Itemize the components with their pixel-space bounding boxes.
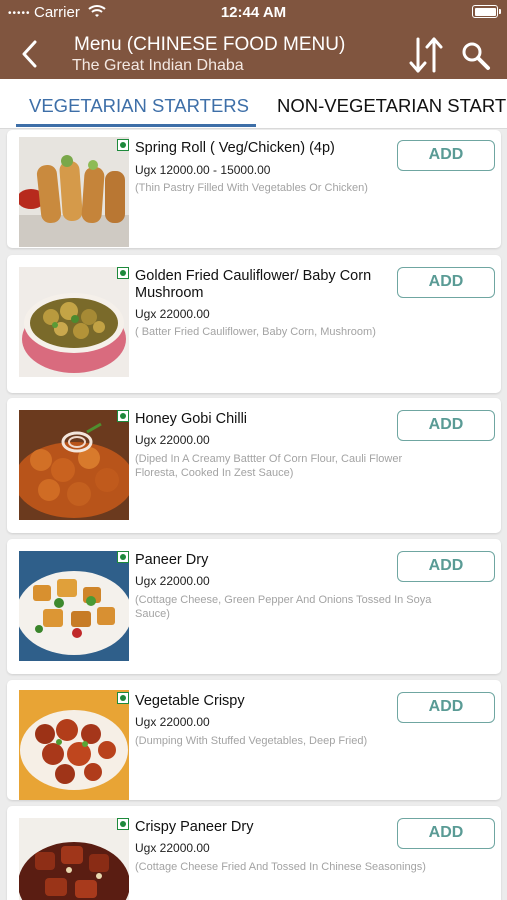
item-price: Ugx 22000.00 [135,307,210,321]
veg-indicator-icon [117,692,129,704]
item-price: Ugx 22000.00 [135,715,210,729]
menu-item-card: Paneer Dry Ugx 22000.00 (Cottage Cheese,… [7,539,501,674]
spring-roll-image [19,137,129,247]
item-description: (Cottage Cheese, Green Pepper And Onions… [135,594,432,620]
honey-gobi-chilli-image [19,410,129,520]
battery-icon [472,5,498,18]
menu-item-card: Spring Roll ( Veg/Chicken) (4p) Ugx 1200… [7,130,501,248]
add-button[interactable]: ADD [397,692,495,723]
item-description: (Thin Pastry Filled With Vegetables Or C… [135,182,368,194]
item-price: Ugx 12000.00 - 15000.00 [135,163,271,177]
item-description: (Cottage Cheese Fried And Tossed In Chin… [135,861,426,873]
item-name: Honey Gobi Chilli [135,411,248,427]
veg-indicator-icon [117,551,129,563]
veg-indicator-icon [117,139,129,151]
item-name: Vegetable Crispy [135,693,245,709]
search-button[interactable] [458,38,494,74]
search-icon [462,42,490,70]
menu-item-card: Crispy Paneer Dry Ugx 22000.00 (Cottage … [7,806,501,900]
veg-indicator-icon [117,410,129,422]
paneer-dry-image [19,551,129,661]
item-description: ( Batter Fried Cauliflower, Baby Corn, M… [135,326,376,338]
add-button[interactable]: ADD [397,818,495,849]
cauliflower-image [19,267,129,377]
menu-item-card: Honey Gobi Chilli Ugx 22000.00 (Diped In… [7,398,501,533]
app-header: ••••• Carrier 12:44 AM Menu (CHINESE FOO… [0,0,507,79]
item-price: Ugx 22000.00 [135,574,210,588]
tab-vegetarian-starters[interactable]: VEGETARIAN STARTERS [16,79,256,128]
item-name: Spring Roll ( Veg/Chicken) (4p) [135,140,335,156]
item-price: Ugx 22000.00 [135,841,210,855]
sort-button[interactable] [406,34,446,76]
add-button[interactable]: ADD [397,140,495,171]
menu-item-card: Vegetable Crispy Ugx 22000.00 (Dumping W… [7,680,501,800]
menu-item-card: Golden Fried Cauliflower/ Baby Corn Mush… [7,255,501,393]
battery-tip [499,9,501,14]
item-name: Golden Fried Cauliflower/ Baby Corn Mush… [135,268,372,301]
clock: 12:44 AM [220,4,287,21]
item-name: Paneer Dry [135,552,209,568]
page-title: Menu (CHINESE FOOD MENU) [74,34,346,55]
add-button[interactable]: ADD [397,551,495,582]
tab-non-vegetarian-starters[interactable]: NON-VEGETARIAN STARTERS [277,79,507,128]
sort-arrows-icon [409,37,443,73]
veg-indicator-icon [117,818,129,830]
item-description: (Diped In A Creamy Battter Of Corn Flour… [135,453,403,479]
tab-label: NON-VEGETARIAN STARTERS [277,95,507,116]
item-price: Ugx 22000.00 [135,433,210,447]
vegetable-crispy-image [19,690,129,800]
menu-item-list[interactable]: Spring Roll ( Veg/Chicken) (4p) Ugx 1200… [0,130,507,900]
tab-label: VEGETARIAN STARTERS [29,95,249,116]
add-button[interactable]: ADD [397,410,495,441]
add-button[interactable]: ADD [397,267,495,298]
veg-indicator-icon [117,267,129,279]
restaurant-name: The Great Indian Dhaba [72,57,244,74]
tab-selected-indicator [16,124,256,127]
chevron-left-icon [22,40,37,68]
crispy-paneer-dry-image [19,818,129,900]
back-button[interactable] [12,36,46,72]
status-bar: ••••• Carrier 12:44 AM [0,0,507,26]
category-tabs: VEGETARIAN STARTERS NON-VEGETARIAN START… [0,79,507,129]
item-name: Crispy Paneer Dry [135,819,254,835]
item-description: (Dumping With Stuffed Vegetables, Deep F… [135,735,368,747]
